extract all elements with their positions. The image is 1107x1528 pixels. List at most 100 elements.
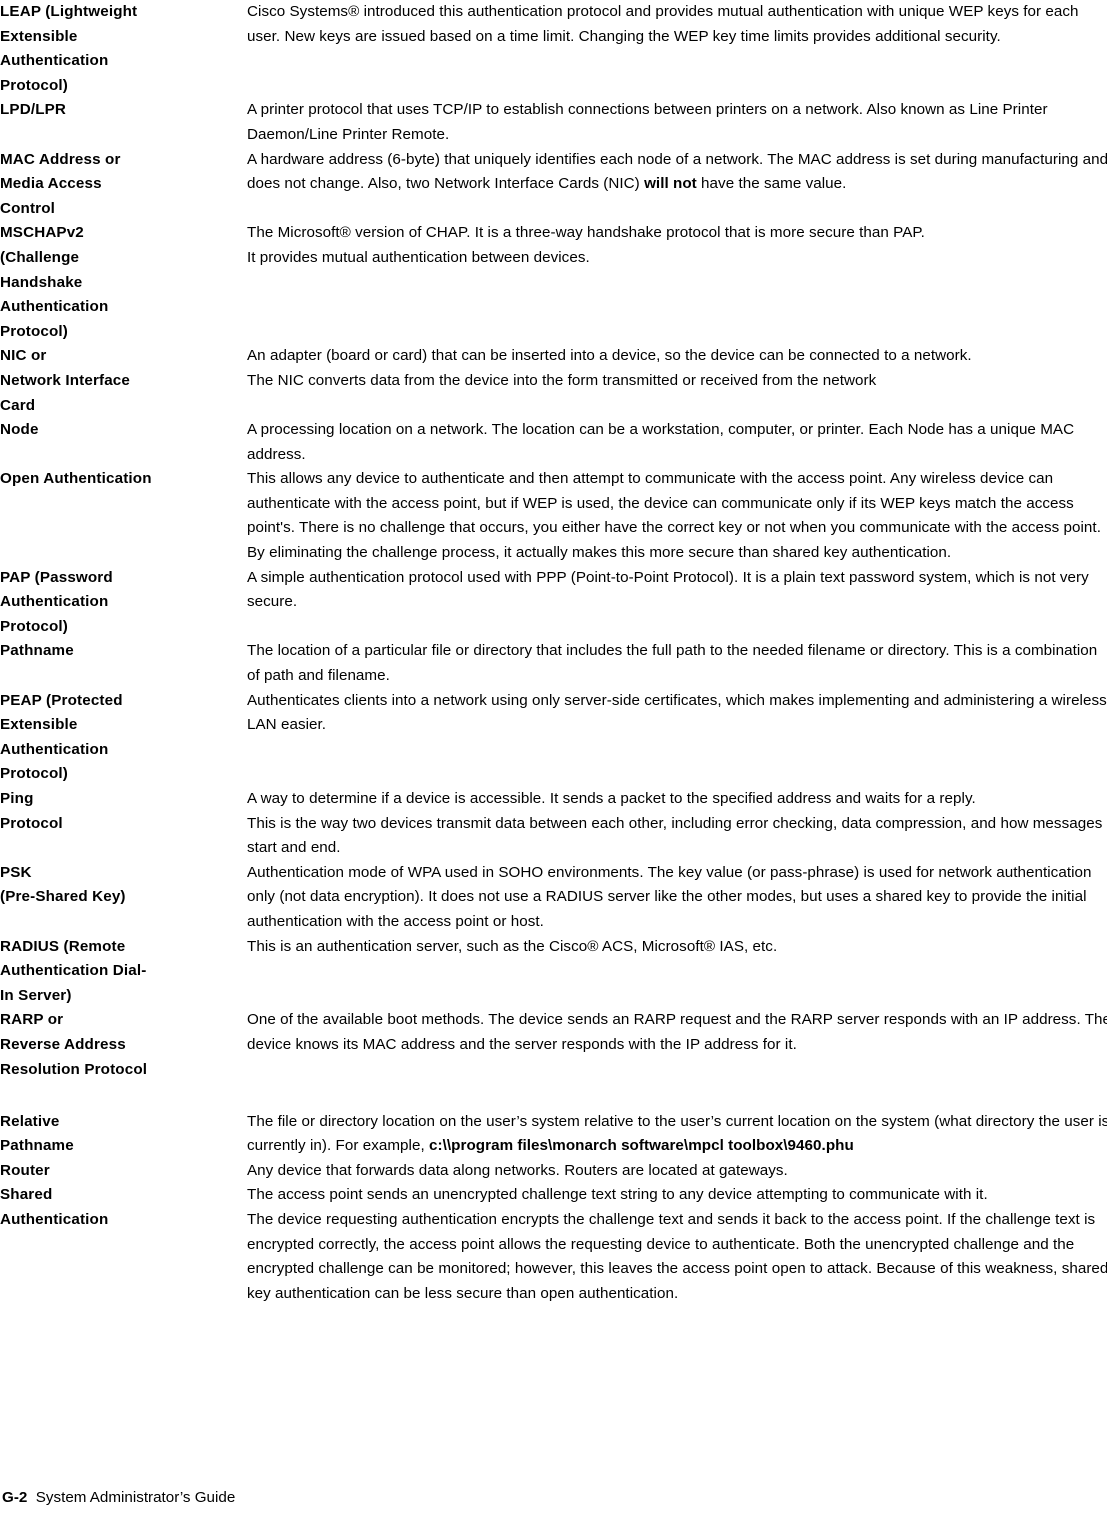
- glossary-definition: An adapter (board or card) that can be i…: [247, 347, 972, 365]
- glossary-term: PSK (Pre-Shared Key): [0, 863, 126, 906]
- footer-title: System Administrator’s Guide: [35, 1489, 236, 1506]
- glossary-definition: This is an authentication server, such a…: [247, 937, 778, 955]
- glossary-definition-cell: This is the way two devices transmit dat…: [247, 812, 1107, 861]
- glossary-definition-cell: An adapter (board or card) that can be i…: [247, 344, 1107, 418]
- glossary-term-cell: PAP (Password Authentication Protocol): [0, 566, 247, 640]
- glossary-definition: The location of a particular file or dir…: [247, 642, 1098, 685]
- row-spacer: [247, 959, 1107, 985]
- glossary-definition: The access point sends an unencrypted ch…: [247, 1186, 988, 1204]
- table-row: LEAP (Lightweight Extensible Authenticat…: [0, 0, 1107, 98]
- glossary-definition: Authenticates clients into a network usi…: [247, 691, 1107, 734]
- glossary-definition: The Microsoft® version of CHAP. It is a …: [247, 224, 925, 242]
- glossary-term-cell: PEAP (Protected Extensible Authenticatio…: [0, 689, 247, 787]
- table-row: MAC Address or Media Access Control A ha…: [0, 148, 1107, 222]
- glossary-definition-continued: It provides mutual authentication betwee…: [247, 248, 590, 266]
- definition-text-emphasis: will not: [644, 175, 697, 193]
- glossary-term-cell: Shared Authentication: [0, 1183, 247, 1306]
- glossary-definition-cell: Cisco Systems® introduced this authentic…: [247, 0, 1107, 98]
- glossary-definition-cell: One of the available boot methods. The d…: [247, 1008, 1107, 1109]
- glossary-term-cell: MAC Address or Media Access Control: [0, 148, 247, 222]
- glossary-term: Node: [0, 421, 39, 439]
- glossary-definition-continued: The device requesting authentication enc…: [247, 1210, 1107, 1302]
- table-row: Node A processing location on a network.…: [0, 418, 1107, 467]
- glossary-term: RADIUS (Remote Authentication Dial- In S…: [0, 937, 147, 1004]
- glossary-definition: A printer protocol that uses TCP/IP to e…: [247, 101, 1048, 143]
- glossary-definition-cell: The location of a particular file or dir…: [247, 639, 1107, 688]
- glossary-definition: One of the available boot methods. The d…: [247, 1011, 1107, 1053]
- glossary-definition-cell: A printer protocol that uses TCP/IP to e…: [247, 98, 1107, 147]
- glossary-term-cell: RADIUS (Remote Authentication Dial- In S…: [0, 935, 247, 1009]
- glossary-definition: This is the way two devices transmit dat…: [247, 814, 1103, 857]
- table-row: PAP (Password Authentication Protocol) A…: [0, 566, 1107, 640]
- glossary-definition: A simple authentication protocol used wi…: [247, 568, 1089, 611]
- glossary-definition-cell: The access point sends an unencrypted ch…: [247, 1183, 1107, 1306]
- glossary-term: Ping: [0, 790, 34, 807]
- definition-text-post: have the same value.: [696, 175, 847, 193]
- row-spacer: [247, 738, 1107, 782]
- glossary-term-cell: LPD/LPR: [0, 98, 247, 147]
- glossary-definition: A processing location on a network. The …: [247, 421, 1075, 463]
- glossary-term-cell: NIC or Network Interface Card: [0, 344, 247, 418]
- glossary-term: LPD/LPR: [0, 101, 67, 119]
- document-page: LEAP (Lightweight Extensible Authenticat…: [0, 0, 1107, 1528]
- glossary-definition-cell: A way to determine if a device is access…: [247, 787, 1107, 812]
- glossary-term: MAC Address or Media Access Control: [0, 150, 121, 217]
- glossary-definition-cell: The Microsoft® version of CHAP. It is a …: [247, 221, 1107, 344]
- glossary-table-body: LEAP (Lightweight Extensible Authenticat…: [0, 0, 1107, 1306]
- glossary-definition-cell: This allows any device to authenticate a…: [247, 467, 1107, 565]
- table-row: NIC or Network Interface Card An adapter…: [0, 344, 1107, 418]
- glossary-definition-continued: The NIC converts data from the device in…: [247, 371, 877, 389]
- table-row: RARP or Reverse Address Resolution Proto…: [0, 1008, 1107, 1109]
- row-spacer: [247, 615, 1107, 623]
- table-row: Open Authentication This allows any devi…: [0, 467, 1107, 565]
- table-row: PSK (Pre-Shared Key) Authentication mode…: [0, 861, 1107, 935]
- glossary-definition-cell: The file or directory location on the us…: [247, 1110, 1107, 1159]
- glossary-term: LEAP (Lightweight Extensible Authenticat…: [0, 3, 138, 94]
- glossary-definition-cell: Authentication mode of WPA used in SOHO …: [247, 861, 1107, 935]
- glossary-definition: This allows any device to authenticate a…: [247, 470, 1101, 562]
- glossary-definition-cell: A processing location on a network. The …: [247, 418, 1107, 467]
- glossary-table: LEAP (Lightweight Extensible Authenticat…: [0, 0, 1107, 1306]
- glossary-definition-cell: A hardware address (6-byte) that uniquel…: [247, 148, 1107, 222]
- glossary-definition-cell: Any device that forwards data along netw…: [247, 1159, 1107, 1184]
- glossary-term-cell: Open Authentication: [0, 467, 247, 565]
- glossary-definition: A hardware address (6-byte) that uniquel…: [247, 148, 1107, 197]
- table-row: Shared Authentication The access point s…: [0, 1183, 1107, 1306]
- glossary-term: Relative Pathname: [0, 1112, 74, 1155]
- glossary-term-cell: Relative Pathname: [0, 1110, 247, 1159]
- glossary-term-cell: Pathname: [0, 639, 247, 688]
- glossary-term: Router: [0, 1161, 50, 1179]
- glossary-term: PAP (Password Authentication Protocol): [0, 568, 113, 635]
- glossary-term-cell: LEAP (Lightweight Extensible Authenticat…: [0, 0, 247, 98]
- table-row: Relative Pathname The file or directory …: [0, 1110, 1107, 1159]
- glossary-term: Open Authentication: [0, 470, 152, 488]
- glossary-term-cell: Router: [0, 1159, 247, 1184]
- glossary-definition: A way to determine if a device is access…: [247, 790, 976, 807]
- table-row: Router Any device that forwards data alo…: [0, 1159, 1107, 1184]
- glossary-definition-cell: This is an authentication server, such a…: [247, 935, 1107, 1009]
- glossary-term: Pathname: [0, 642, 74, 660]
- table-row: LPD/LPR A printer protocol that uses TCP…: [0, 98, 1107, 147]
- glossary-definition: Authentication mode of WPA used in SOHO …: [247, 863, 1092, 930]
- row-spacer: [247, 49, 1107, 67]
- glossary-definition: Cisco Systems® introduced this authentic…: [247, 3, 1079, 45]
- glossary-definition-cell: A simple authentication protocol used wi…: [247, 566, 1107, 640]
- glossary-term-cell: RARP or Reverse Address Resolution Proto…: [0, 1008, 247, 1109]
- table-row: Protocol This is the way two devices tra…: [0, 812, 1107, 861]
- row-spacer: [247, 1058, 1107, 1110]
- glossary-definition-cell: Authenticates clients into a network usi…: [247, 689, 1107, 787]
- page-footer: G-2 System Administrator’s Guide: [2, 1488, 235, 1508]
- glossary-term-cell: Protocol: [0, 812, 247, 861]
- glossary-term-cell: PSK (Pre-Shared Key): [0, 861, 247, 935]
- footer-spacer: [27, 1489, 35, 1506]
- glossary-term: RARP or Reverse Address Resolution Proto…: [0, 1011, 148, 1078]
- definition-path-example: c:\\program files\monarch software\mpcl …: [429, 1137, 854, 1155]
- table-row: Pathname The location of a particular fi…: [0, 639, 1107, 688]
- footer-page-number: G-2: [2, 1489, 28, 1506]
- glossary-term: NIC or Network Interface Card: [0, 347, 130, 414]
- glossary-term-cell: MSCHAPv2 (Challenge Handshake Authentica…: [0, 221, 247, 344]
- glossary-term: MSCHAPv2 (Challenge Handshake Authentica…: [0, 224, 109, 340]
- table-row: Ping A way to determine if a device is a…: [0, 787, 1107, 812]
- glossary-definition: The file or directory location on the us…: [247, 1110, 1107, 1159]
- table-row: RADIUS (Remote Authentication Dial- In S…: [0, 935, 1107, 1009]
